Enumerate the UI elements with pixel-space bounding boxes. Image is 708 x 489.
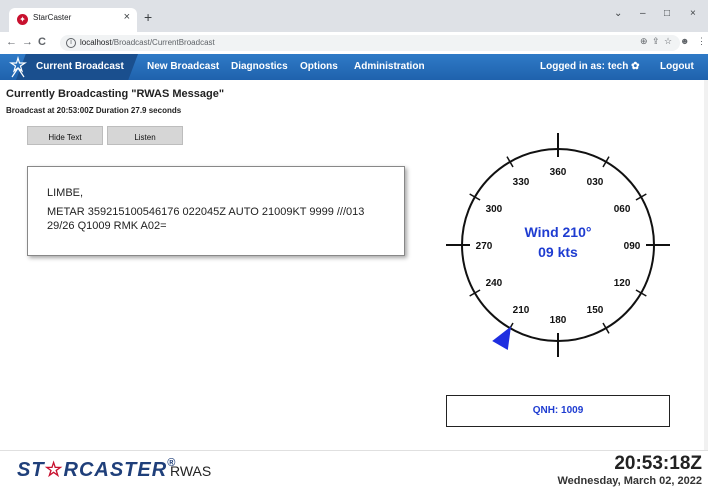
wind-compass: 360 030 060 090 120 150 180 210 240 270 300 330 Win… (446, 133, 670, 357)
starcaster-favicon-icon: ✦ (17, 14, 28, 25)
compass-label-180: 180 (550, 315, 567, 326)
info-icon[interactable]: i (66, 38, 76, 48)
compass-label-210: 210 (513, 305, 530, 316)
compass-label-300: 300 (486, 204, 503, 215)
browser-address-bar: ← → C i localhost/Broadcast/CurrentBroad… (0, 32, 708, 55)
page-scrollbar[interactable] (704, 80, 708, 450)
profile-icon[interactable]: ☻ (680, 36, 689, 46)
tab-title: StarCaster (33, 13, 72, 22)
compass-label-120: 120 (614, 278, 631, 289)
nav-options[interactable]: Options (300, 61, 338, 72)
compass-label-150: 150 (587, 305, 604, 316)
tab-close-icon[interactable]: × (124, 11, 130, 23)
browser-menu-icon[interactable]: ⋮ (697, 36, 706, 47)
listen-button[interactable]: Listen (107, 126, 183, 145)
wind-direction-text: Wind 210° (525, 224, 592, 240)
nav-new-broadcast[interactable]: New Broadcast (147, 61, 219, 72)
url-input[interactable]: i localhost/Broadcast/CurrentBroadcast (60, 35, 680, 51)
maximize-button[interactable]: □ (664, 8, 670, 19)
compass-label-060: 060 (614, 204, 631, 215)
wind-direction-pointer-icon (492, 326, 511, 350)
new-tab-button[interactable]: + (144, 10, 152, 24)
compass-label-360: 360 (550, 167, 567, 178)
logout-link[interactable]: Logout (660, 61, 694, 72)
page-title: Currently Broadcasting "RWAS Message" (6, 88, 225, 100)
bookmark-star-icon[interactable]: ☆ (664, 36, 672, 47)
nav-diagnostics[interactable]: Diagnostics (231, 61, 288, 72)
utc-clock: 20:53:18Z (614, 453, 702, 474)
url-text: localhost/Broadcast/CurrentBroadcast (80, 38, 215, 47)
minimize-button[interactable]: – (640, 8, 646, 19)
zoom-icon[interactable]: ⊕ (640, 36, 648, 47)
wind-speed-text: 09 kts (538, 244, 578, 260)
station-name: LIMBE, (47, 187, 84, 199)
browser-tab[interactable]: ✦ StarCaster × (9, 8, 137, 32)
brand-star-icon: ☆ (44, 459, 64, 481)
share-icon[interactable]: ⇪ (652, 36, 660, 47)
qnh-value: QNH: 1009 (532, 405, 584, 416)
browser-tabbar: ✦ StarCaster × + ⌄ – □ × (0, 0, 708, 32)
reload-icon[interactable]: C (38, 36, 46, 48)
metar-message: METAR 359215100546176 022045Z AUTO 21009… (47, 206, 365, 232)
back-icon[interactable]: ← (6, 36, 17, 48)
brand-text-left: ST (17, 459, 45, 481)
current-date: Wednesday, March 02, 2022 (557, 475, 703, 487)
starcaster-brand-logo: ST☆RCASTER® (17, 457, 176, 482)
compass-label-270: 270 (476, 241, 493, 252)
tab-search-icon[interactable]: ⌄ (614, 8, 622, 19)
nav-administration[interactable]: Administration (354, 61, 425, 72)
nav-current-broadcast[interactable]: Current Broadcast (36, 61, 124, 72)
brand-text-right: RCASTER (63, 459, 168, 481)
url-path: /Broadcast/CurrentBroadcast (111, 38, 215, 47)
forward-icon[interactable]: → (22, 36, 33, 48)
app-nav-bar: Current Broadcast New Broadcast Diagnost… (0, 54, 708, 80)
footer-divider (0, 450, 708, 451)
hide-text-button[interactable]: Hide Text (27, 126, 103, 145)
compass-label-240: 240 (486, 278, 503, 289)
qnh-panel: QNH: 1009 (446, 395, 670, 427)
url-host: localhost (80, 38, 112, 47)
logged-in-user[interactable]: Logged in as: tech ✿ (540, 61, 640, 72)
app-name: RWAS (170, 463, 212, 479)
starcaster-logo-icon[interactable] (8, 55, 32, 78)
compass-label-030: 030 (587, 177, 604, 188)
compass-label-090: 090 (624, 241, 641, 252)
broadcast-text-panel: LIMBE, METAR 359215100546176 022045Z AUT… (27, 166, 405, 256)
broadcast-info: Broadcast at 20:53:00Z Duration 27.9 sec… (6, 106, 182, 115)
close-window-button[interactable]: × (690, 8, 696, 19)
compass-label-330: 330 (513, 177, 530, 188)
